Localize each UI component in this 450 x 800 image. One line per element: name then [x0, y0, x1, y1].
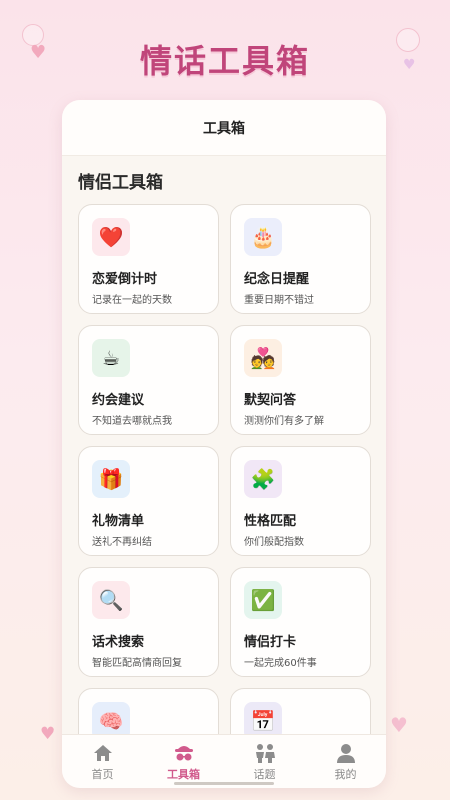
tab-mine[interactable]: 我的: [305, 735, 386, 788]
tab-label: 工具箱: [167, 768, 200, 781]
tool-card-checkin[interactable]: ✅ 情侣打卡 一起完成60件事: [230, 567, 371, 677]
tab-label: 首页: [91, 768, 114, 781]
tool-title: 默契问答: [244, 393, 297, 408]
coffee-icon: ☕: [92, 339, 130, 377]
tool-card-quiz[interactable]: 💑 默契问答 测测你们有多了解: [230, 325, 371, 435]
couple-icon: 💑: [244, 339, 282, 377]
tab-topics[interactable]: 话题: [224, 735, 305, 788]
app-frame: 工具箱 情侣工具箱 ❤️ 恋爱倒计时 记录在一起的天数 🎂 纪念日提醒 重要日期…: [62, 100, 386, 788]
tab-label: 我的: [334, 768, 357, 781]
puzzle-icon: 🧩: [244, 460, 282, 498]
magnifier-icon: 🔍: [92, 581, 130, 619]
cake-icon: 🎂: [244, 218, 282, 256]
tool-subtitle: 测测你们有多了解: [244, 416, 324, 427]
tool-card-date-ideas[interactable]: ☕ 约会建议 不知道去哪就点我: [78, 325, 219, 435]
checkbox-icon: ✅: [244, 581, 282, 619]
tool-subtitle: 不知道去哪就点我: [92, 416, 172, 427]
home-icon: [92, 743, 114, 763]
tool-title: 话术搜索: [92, 635, 145, 650]
tool-title: 纪念日提醒: [244, 272, 310, 287]
tool-card-personality-match[interactable]: 🧩 性格匹配 你们般配指数: [230, 446, 371, 556]
tool-title: 恋爱倒计时: [92, 272, 158, 287]
tool-card-gift-list[interactable]: 🎁 礼物清单 送礼不再纠结: [78, 446, 219, 556]
tab-label: 话题: [253, 768, 276, 781]
heart-icon: ❤️: [92, 218, 130, 256]
tool-grid: ❤️ 恋爱倒计时 记录在一起的天数 🎂 纪念日提醒 重要日期不错过 ☕ 约会建议…: [62, 198, 386, 788]
tool-title: 性格匹配: [244, 514, 297, 529]
decor-heart-icon: ♥: [390, 713, 408, 737]
tool-subtitle: 你们般配指数: [244, 537, 304, 548]
tool-card-anniversary[interactable]: 🎂 纪念日提醒 重要日期不错过: [230, 204, 371, 314]
tool-card-countdown[interactable]: ❤️ 恋爱倒计时 记录在一起的天数: [78, 204, 219, 314]
tool-subtitle: 记录在一起的天数: [92, 295, 172, 306]
tool-subtitle: 一起完成60件事: [244, 658, 317, 669]
banner-title: 情话工具箱: [139, 42, 310, 80]
tool-card-phrase-search[interactable]: 🔍 话术搜索 智能匹配高情商回复: [78, 567, 219, 677]
tool-title: 约会建议: [92, 393, 145, 408]
section-title: 情侣工具箱: [78, 173, 163, 193]
tool-subtitle: 送礼不再纠结: [92, 537, 152, 548]
decor-heart-icon: ♥: [40, 724, 56, 744]
home-indicator[interactable]: [174, 782, 274, 785]
user-icon: [335, 743, 357, 763]
people-icon: [254, 743, 276, 763]
tool-subtitle: 智能匹配高情商回复: [92, 658, 182, 669]
gift-icon: 🎁: [92, 460, 130, 498]
page-title: 工具箱: [62, 100, 386, 156]
tool-title: 情侣打卡: [244, 635, 297, 650]
tab-home[interactable]: 首页: [62, 735, 143, 788]
bottom-tab-bar: 首页 工具箱 话题 我的: [62, 734, 386, 788]
toolbox-icon: [173, 743, 195, 763]
tool-title: 礼物清单: [92, 514, 145, 529]
tool-subtitle: 重要日期不错过: [244, 295, 314, 306]
tab-toolbox[interactable]: 工具箱: [143, 735, 224, 788]
